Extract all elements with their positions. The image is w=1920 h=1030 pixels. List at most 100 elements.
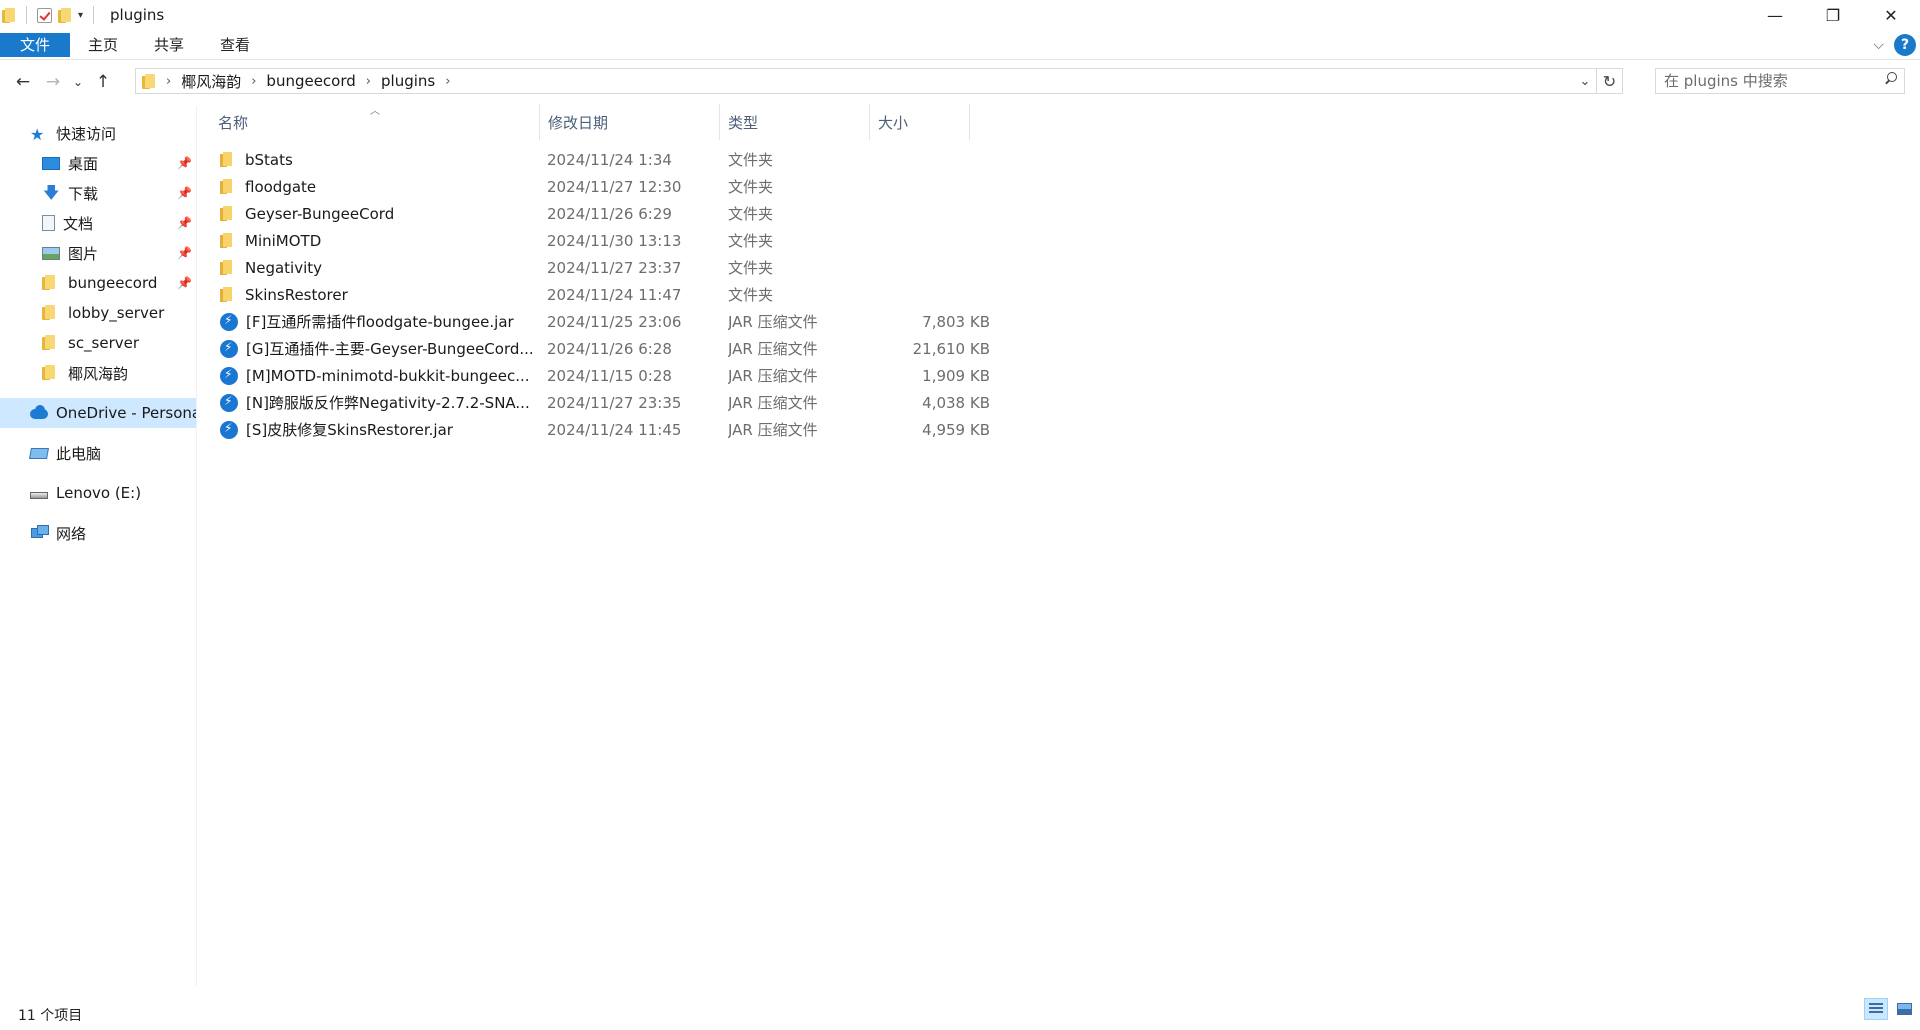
pin-icon[interactable]: 📌 <box>177 186 192 200</box>
file-size <box>870 281 990 308</box>
close-button[interactable]: ✕ <box>1862 0 1920 30</box>
file-row[interactable]: bStats 2024/11/24 1:34 文件夹 <box>210 146 1000 173</box>
file-list: ︿ 名称 修改日期 类型 大小 bStats 2024/11/24 1:34 文… <box>210 104 1000 439</box>
file-date: 2024/11/15 0:28 <box>547 366 672 385</box>
file-row[interactable]: [S]皮肤修复SkinsRestorer.jar 2024/11/24 11:4… <box>210 416 1000 443</box>
sidebar-item-desktop[interactable]: 桌面 📌 <box>0 148 196 178</box>
file-type: JAR 压缩文件 <box>728 394 818 412</box>
file-type: 文件夹 <box>728 286 774 304</box>
pin-icon[interactable]: 📌 <box>177 276 192 290</box>
sidebar-item-lobby-server[interactable]: lobby_server <box>0 298 196 328</box>
folder-icon <box>220 178 235 195</box>
file-row[interactable]: [G]互通插件-主要-Geyser-BungeeCord... 2024/11/… <box>210 335 1000 362</box>
chevron-right-icon[interactable]: › <box>445 74 450 89</box>
file-type: 文件夹 <box>728 151 774 169</box>
column-header-type[interactable]: 类型 <box>720 104 870 140</box>
sidebar-item-yefeng[interactable]: 椰风海韵 <box>0 358 196 388</box>
jar-file-icon <box>220 393 238 412</box>
breadcrumb-item[interactable]: plugins <box>381 72 435 90</box>
file-row[interactable]: SkinsRestorer 2024/11/24 11:47 文件夹 <box>210 281 1000 308</box>
search-icon[interactable] <box>1884 72 1898 86</box>
minimize-button[interactable]: — <box>1746 0 1804 30</box>
file-row[interactable]: [N]跨服版反作弊Negativity-2.7.2-SNA... 2024/11… <box>210 389 1000 416</box>
column-header-name[interactable]: 名称 <box>210 104 540 140</box>
refresh-icon[interactable]: ↻ <box>1596 69 1622 93</box>
breadcrumb-item[interactable]: 椰风海韵 <box>181 71 241 92</box>
pin-icon[interactable]: 📌 <box>177 156 192 170</box>
file-name: [N]跨服版反作弊Negativity-2.7.2-SNA... <box>246 394 530 412</box>
sidebar-item-pictures[interactable]: 图片 📌 <box>0 238 196 268</box>
pin-icon[interactable]: 📌 <box>177 246 192 260</box>
divider <box>26 6 27 24</box>
forward-button[interactable]: → <box>38 67 68 97</box>
file-name: [M]MOTD-minimotd-bukkit-bungeec... <box>246 366 530 385</box>
sidebar-item-downloads[interactable]: 下载 📌 <box>0 178 196 208</box>
navigation-pane: ★ 快速访问 桌面 📌 下载 📌 文档 📌 图片 📌 bungeecord 📌 … <box>0 118 196 988</box>
expand-ribbon-icon[interactable]: ⌵ <box>1873 37 1884 53</box>
sidebar-item-this-pc[interactable]: 此电脑 <box>0 438 196 468</box>
tab-share[interactable]: 共享 <box>136 33 202 57</box>
recent-locations-dropdown[interactable]: ⌄ <box>68 67 88 97</box>
file-name: MiniMOTD <box>245 231 322 250</box>
pin-icon[interactable]: 📌 <box>177 216 192 230</box>
file-row[interactable]: MiniMOTD 2024/11/30 13:13 文件夹 <box>210 227 1000 254</box>
folder-icon <box>220 232 235 249</box>
help-icon[interactable]: ? <box>1894 34 1916 56</box>
pane-divider[interactable] <box>196 106 197 986</box>
customize-toolbar-dropdown-icon[interactable]: ▾ <box>78 10 83 21</box>
file-row[interactable]: Negativity 2024/11/27 23:37 文件夹 <box>210 254 1000 281</box>
file-date: 2024/11/26 6:29 <box>547 204 672 223</box>
sidebar-item-bungeecord[interactable]: bungeecord 📌 <box>0 268 196 298</box>
tab-home[interactable]: 主页 <box>70 33 136 57</box>
file-name: Geyser-BungeeCord <box>245 204 395 223</box>
file-row[interactable]: [M]MOTD-minimotd-bukkit-bungeec... 2024/… <box>210 362 1000 389</box>
details-view-button[interactable] <box>1864 998 1888 1020</box>
sidebar-item-label: Lenovo (E:) <box>56 484 142 502</box>
file-row[interactable]: Geyser-BungeeCord 2024/11/26 6:29 文件夹 <box>210 200 1000 227</box>
sidebar-item-drive-e[interactable]: Lenovo (E:) <box>0 478 196 508</box>
file-date: 2024/11/25 23:06 <box>547 312 682 331</box>
file-row[interactable]: [F]互通所需插件floodgate-bungee.jar 2024/11/25… <box>210 308 1000 335</box>
search-box[interactable] <box>1655 68 1905 94</box>
file-date: 2024/11/24 1:34 <box>547 150 672 169</box>
large-icons-view-button[interactable] <box>1892 998 1916 1020</box>
details-view-icon <box>1869 1003 1883 1015</box>
restore-button[interactable]: ❐ <box>1804 0 1862 30</box>
desktop-icon <box>42 156 60 170</box>
search-input[interactable] <box>1664 72 1874 90</box>
window-title: plugins <box>110 6 165 24</box>
column-label: 类型 <box>728 113 759 132</box>
sidebar-item-network[interactable]: 网络 <box>0 518 196 548</box>
up-button[interactable]: ↑ <box>88 67 118 97</box>
column-header-size[interactable]: 大小 <box>870 104 970 140</box>
sidebar-item-documents[interactable]: 文档 📌 <box>0 208 196 238</box>
sidebar-item-onedrive[interactable]: OneDrive - Persona <box>0 398 196 428</box>
jar-file-icon <box>220 312 238 331</box>
back-button[interactable]: ← <box>8 67 38 97</box>
tab-file[interactable]: 文件 <box>0 32 71 57</box>
file-name: Negativity <box>245 258 323 277</box>
sidebar-item-label: 桌面 <box>68 154 99 173</box>
column-header-date[interactable]: 修改日期 <box>540 104 720 140</box>
file-row[interactable]: floodgate 2024/11/27 12:30 文件夹 <box>210 173 1000 200</box>
sidebar-item-quick-access[interactable]: ★ 快速访问 <box>0 118 196 148</box>
sidebar-item-sc-server[interactable]: sc_server <box>0 328 196 358</box>
sidebar-item-label: 此电脑 <box>56 444 102 463</box>
large-icons-view-icon <box>1896 1003 1912 1015</box>
properties-icon[interactable] <box>37 7 52 23</box>
chevron-right-icon[interactable]: › <box>166 74 171 89</box>
chevron-right-icon[interactable]: › <box>251 74 256 89</box>
file-type: 文件夹 <box>728 259 774 277</box>
chevron-right-icon[interactable]: › <box>366 74 371 89</box>
file-name: [G]互通插件-主要-Geyser-BungeeCord... <box>246 340 534 358</box>
divider <box>93 6 95 24</box>
quick-access-toolbar: ▾ plugins <box>0 0 164 30</box>
column-label: 修改日期 <box>548 113 609 132</box>
address-dropdown-icon[interactable]: ⌄ <box>1574 74 1596 89</box>
tab-view[interactable]: 查看 <box>202 33 268 57</box>
new-folder-icon[interactable] <box>58 7 72 23</box>
address-bar[interactable]: › 椰风海韵 › bungeecord › plugins › ⌄ ↻ <box>135 68 1623 94</box>
breadcrumb-item[interactable]: bungeecord <box>266 72 355 90</box>
jar-file-icon <box>220 366 238 385</box>
file-name: bStats <box>245 150 293 169</box>
